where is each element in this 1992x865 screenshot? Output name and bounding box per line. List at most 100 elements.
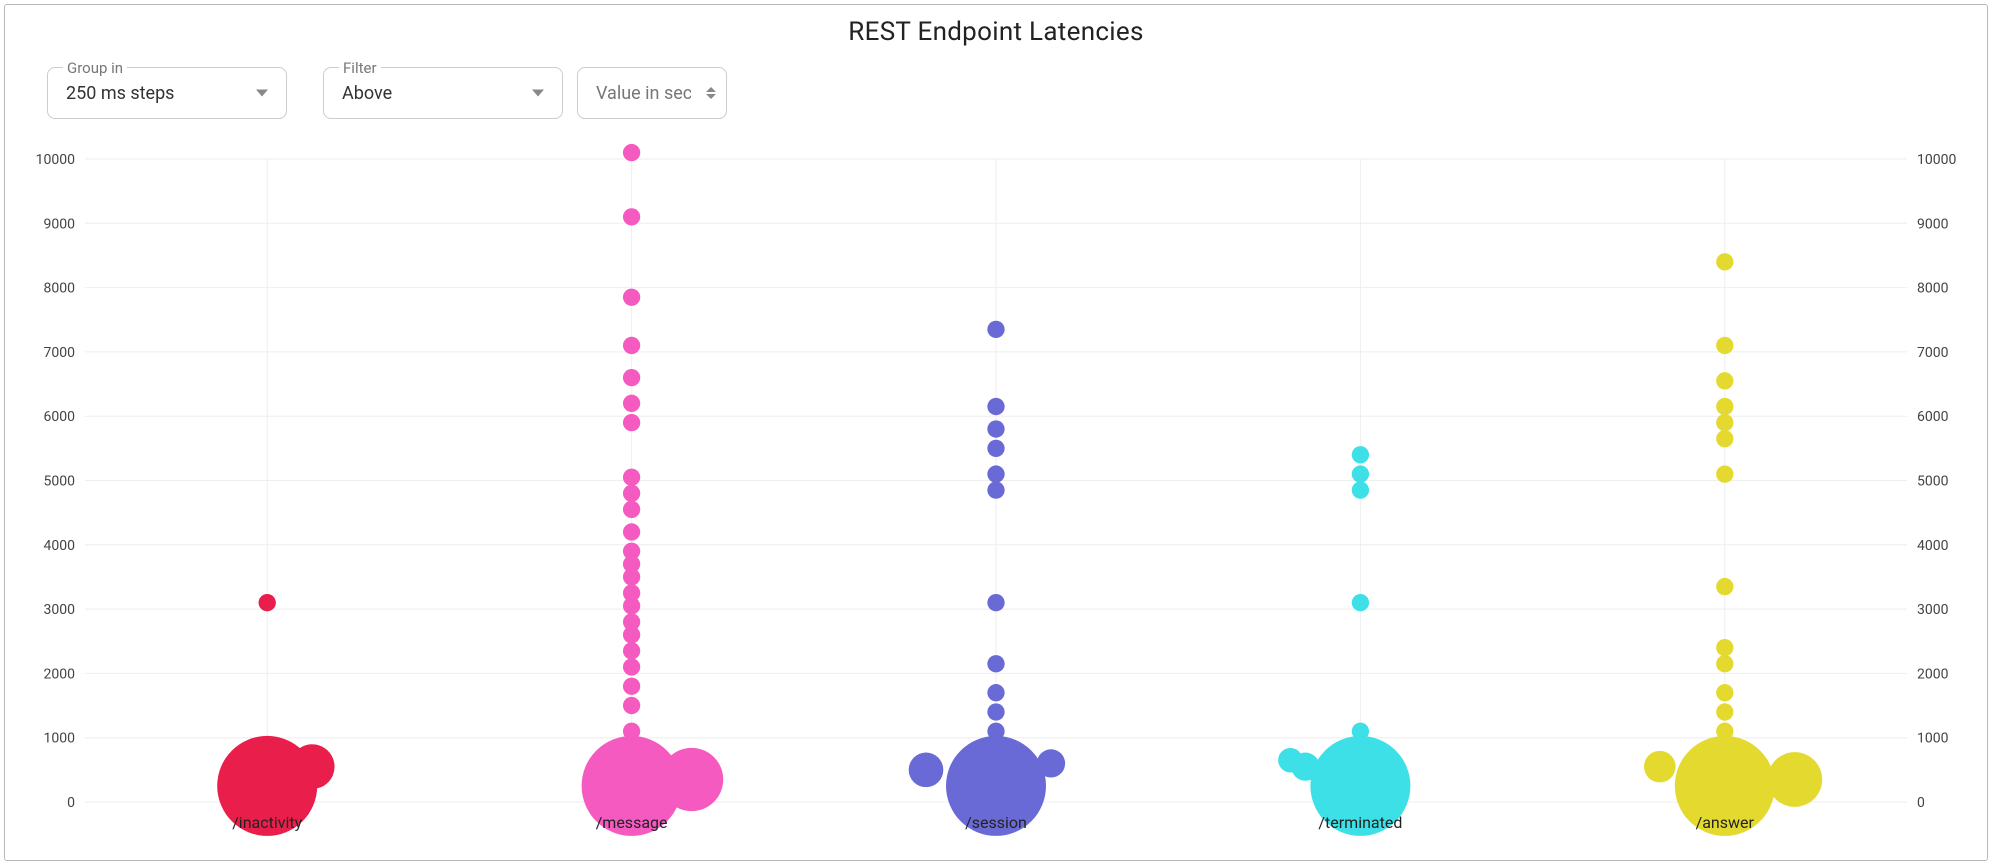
svg-text:10000: 10000	[36, 152, 75, 168]
svg-text:8000: 8000	[44, 281, 76, 297]
bubble[interactable]	[1716, 253, 1733, 270]
bubble[interactable]	[623, 613, 640, 630]
category-label: /terminated	[1318, 813, 1402, 832]
category-label: /answer	[1696, 813, 1755, 832]
bubble[interactable]	[1644, 751, 1676, 783]
chevron-down-icon	[532, 90, 544, 97]
bubble[interactable]	[987, 398, 1004, 415]
svg-text:0: 0	[67, 795, 75, 811]
category-label: /session	[965, 813, 1027, 832]
bubble[interactable]	[1716, 723, 1733, 740]
bubble[interactable]	[623, 543, 640, 560]
group-in-control: Group in 250 ms steps	[47, 49, 287, 119]
bubble[interactable]	[1278, 748, 1302, 772]
svg-text:10000: 10000	[1917, 152, 1956, 168]
filter-value-input[interactable]: Value in seconds	[577, 67, 727, 119]
bubble[interactable]	[623, 658, 640, 675]
bubble[interactable]	[623, 337, 640, 354]
bubble[interactable]	[1352, 446, 1369, 463]
group-in-label: Group in	[63, 59, 127, 77]
svg-text:1000: 1000	[44, 731, 76, 747]
chevron-down-icon	[256, 90, 268, 97]
svg-text:3000: 3000	[44, 602, 76, 618]
bubble[interactable]	[1716, 703, 1733, 720]
bubble[interactable]	[987, 321, 1004, 338]
bubble[interactable]	[623, 208, 640, 225]
svg-text:9000: 9000	[1917, 216, 1949, 232]
filter-value-placeholder: Value in seconds	[596, 83, 691, 104]
stepper-icon	[706, 87, 716, 99]
bubble[interactable]	[1716, 655, 1733, 672]
svg-text:4000: 4000	[1917, 538, 1949, 554]
svg-text:8000: 8000	[1917, 281, 1949, 297]
bubble[interactable]	[623, 501, 640, 518]
bubble[interactable]	[623, 289, 640, 306]
bubble[interactable]	[1716, 430, 1733, 447]
bubble[interactable]	[259, 594, 276, 611]
bubble[interactable]	[987, 440, 1004, 457]
svg-text:7000: 7000	[44, 345, 76, 361]
bubble[interactable]	[1352, 465, 1369, 482]
filter-label: Filter	[339, 59, 381, 77]
bubble[interactable]	[1716, 578, 1733, 595]
svg-text:7000: 7000	[1917, 345, 1949, 361]
svg-text:5000: 5000	[44, 474, 76, 490]
svg-text:6000: 6000	[1917, 409, 1949, 425]
bubble[interactable]	[623, 395, 640, 412]
bubble[interactable]	[987, 723, 1004, 740]
category-label: /inactivity	[232, 813, 302, 832]
group-in-value: 250 ms steps	[66, 83, 174, 104]
chart-area: 0 0 1000 1000 2000 2000 3000 3000 4000 4000 5000 50…	[25, 139, 1967, 842]
bubble[interactable]	[987, 684, 1004, 701]
bubble[interactable]	[1352, 723, 1369, 740]
bubble[interactable]	[1716, 684, 1733, 701]
bubble[interactable]	[1716, 372, 1733, 389]
bubble[interactable]	[987, 703, 1004, 720]
filter-control: Filter Above Value in seconds	[323, 49, 727, 119]
bubble[interactable]	[296, 754, 328, 786]
bubble[interactable]	[623, 723, 640, 740]
svg-text:0: 0	[1917, 795, 1925, 811]
bubble-chart: 0 0 1000 1000 2000 2000 3000 3000 4000 4000 5000 50…	[25, 139, 1967, 842]
bubble[interactable]	[623, 523, 640, 540]
chart-panel: REST Endpoint Latencies Group in 250 ms …	[4, 4, 1988, 861]
bubble[interactable]	[1767, 752, 1822, 807]
bubble[interactable]	[623, 584, 640, 601]
bubble[interactable]	[623, 144, 640, 161]
svg-text:9000: 9000	[44, 216, 76, 232]
svg-text:2000: 2000	[1917, 666, 1949, 682]
controls-row: Group in 250 ms steps Filter Above Value…	[47, 49, 1967, 119]
bubble[interactable]	[1352, 481, 1369, 498]
bubble[interactable]	[1352, 594, 1369, 611]
bubble[interactable]	[987, 420, 1004, 437]
bubble[interactable]	[1716, 465, 1733, 482]
bubble[interactable]	[1716, 414, 1733, 431]
category-label: /message	[596, 813, 668, 832]
bubble[interactable]	[1716, 398, 1733, 415]
bubble[interactable]	[660, 748, 723, 811]
bubble[interactable]	[987, 594, 1004, 611]
svg-text:3000: 3000	[1917, 602, 1949, 618]
filter-value: Above	[342, 83, 392, 104]
svg-text:6000: 6000	[44, 409, 76, 425]
svg-text:4000: 4000	[44, 538, 76, 554]
bubble[interactable]	[623, 485, 640, 502]
bubble[interactable]	[623, 642, 640, 659]
svg-text:5000: 5000	[1917, 474, 1949, 490]
bubble[interactable]	[623, 414, 640, 431]
svg-text:1000: 1000	[1917, 731, 1949, 747]
svg-text:2000: 2000	[44, 666, 76, 682]
chart-title: REST Endpoint Latencies	[25, 17, 1967, 47]
bubble[interactable]	[620, 749, 642, 771]
bubble[interactable]	[987, 655, 1004, 672]
bubble[interactable]	[623, 697, 640, 714]
bubble[interactable]	[987, 465, 1004, 482]
bubble[interactable]	[1037, 749, 1065, 777]
bubble[interactable]	[1716, 639, 1733, 656]
bubble[interactable]	[909, 753, 944, 788]
bubble[interactable]	[623, 678, 640, 695]
bubble[interactable]	[623, 469, 640, 486]
bubble[interactable]	[623, 369, 640, 386]
bubble[interactable]	[1716, 337, 1733, 354]
bubble[interactable]	[987, 481, 1004, 498]
